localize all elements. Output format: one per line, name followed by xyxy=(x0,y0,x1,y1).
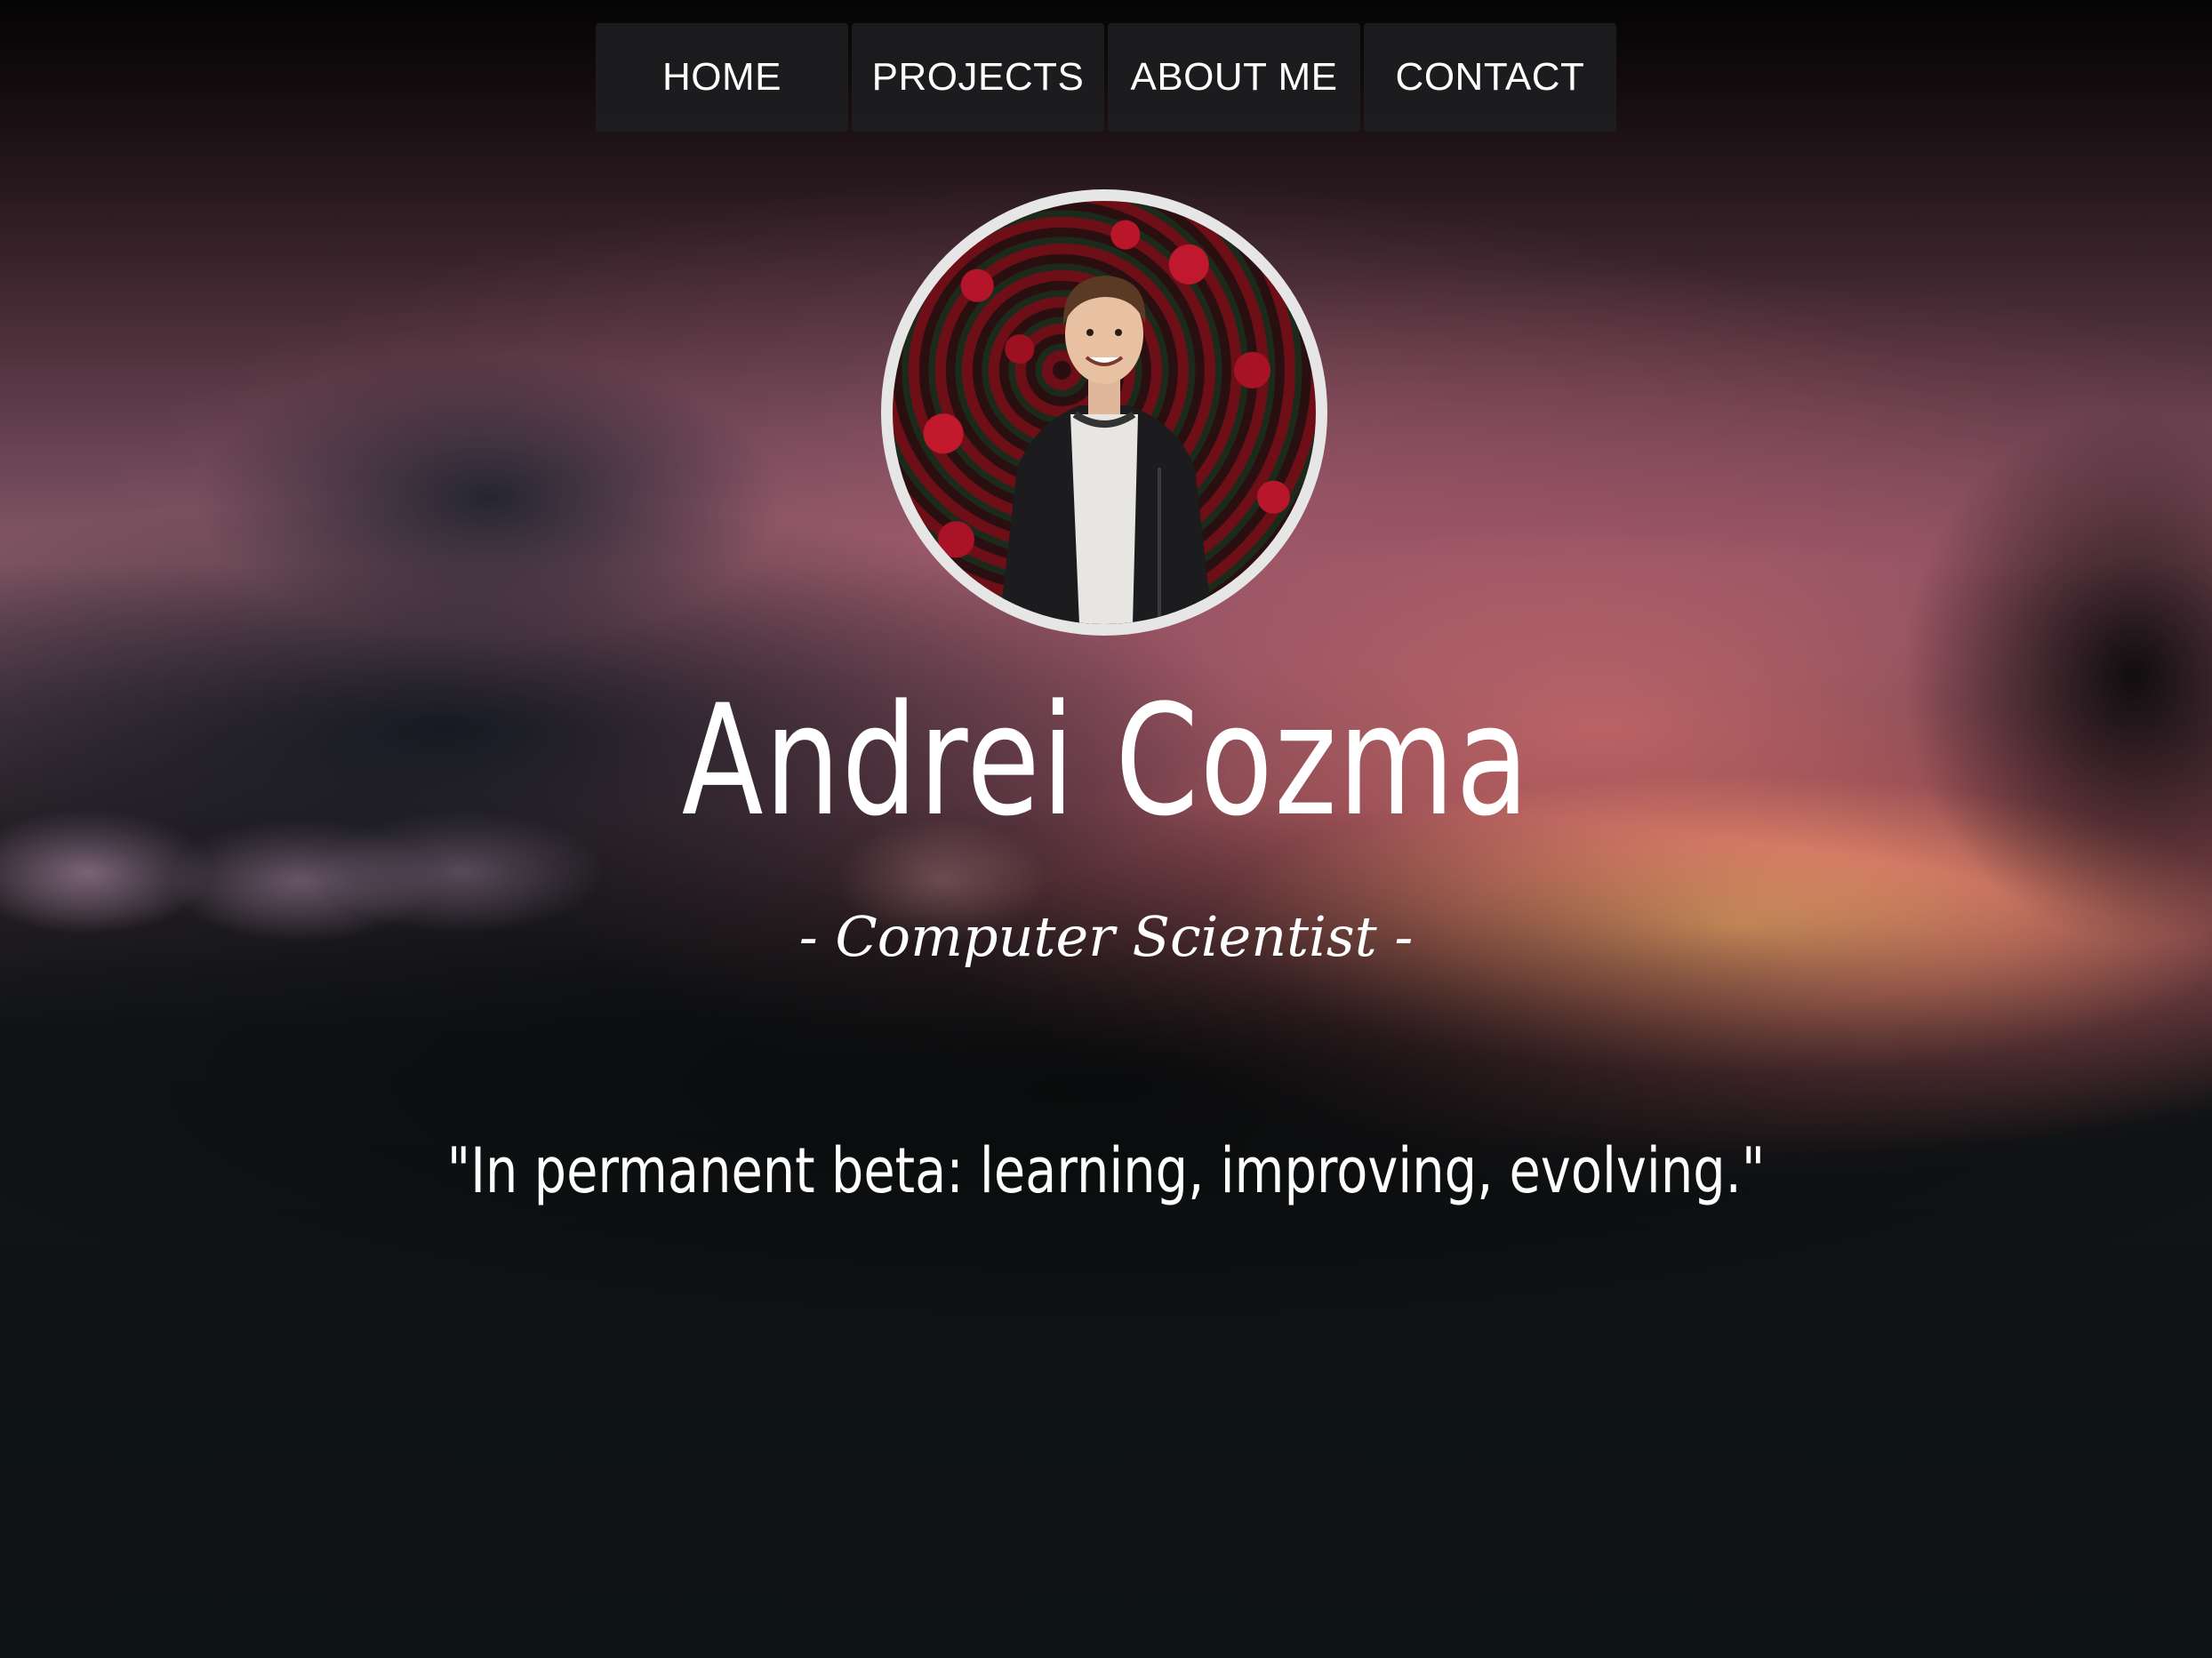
top-nav: HOME PROJECTS ABOUT ME CONTACT xyxy=(0,23,2212,132)
page: HOME PROJECTS ABOUT ME CONTACT Andrei Co… xyxy=(0,0,2212,1658)
nav-contact[interactable]: CONTACT xyxy=(1364,23,1616,132)
tagline-quote: "In permanent beta: learning, improving,… xyxy=(446,1134,1766,1207)
nav-home[interactable]: HOME xyxy=(596,23,848,132)
nav-about-me[interactable]: ABOUT ME xyxy=(1108,23,1360,132)
avatar xyxy=(893,201,1316,624)
avatar-portrait xyxy=(999,276,1213,624)
page-title: Andrei Cozma xyxy=(681,671,1531,850)
nav-projects[interactable]: PROJECTS xyxy=(852,23,1104,132)
subtitle: - Computer Scientist - xyxy=(798,904,1414,969)
avatar-ring xyxy=(881,189,1327,636)
